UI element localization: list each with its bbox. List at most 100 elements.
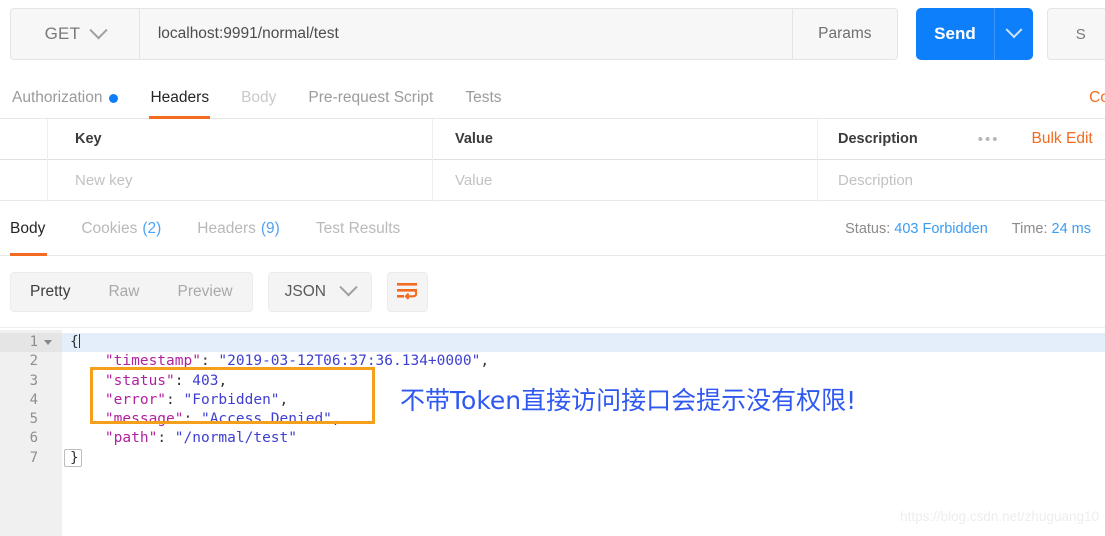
response-tab-headers[interactable]: Headers (9) [179,202,298,255]
line-number: 3 [29,372,38,389]
code-token: : [157,430,175,447]
save-label: S [1075,25,1086,43]
line-number: 2 [29,353,38,370]
params-button[interactable]: Params [792,8,898,60]
row-gutter [0,118,48,160]
row-gutter [0,159,48,201]
tab-tests[interactable]: Tests [449,78,517,118]
cookies-count: (2) [142,219,162,237]
code-content[interactable]: { "timestamp": "2019-03-12T06:37:36.134+… [62,330,1105,536]
word-wrap-icon [397,283,418,300]
watermark: https://blog.csdn.net/zhuguang10 [900,509,1099,524]
code-link[interactable]: Co [1089,89,1105,107]
send-button[interactable]: Send [915,8,995,60]
chevron-down-icon [339,278,358,297]
tab-body-label: Body [241,89,277,106]
code-token: "message" [104,411,184,428]
response-tab-body[interactable]: Body [0,202,63,256]
code-token: "2019-03-12T06:37:36.134+0000" [218,353,481,370]
time-group: Time: 24 ms [1012,221,1091,237]
code-token: , [218,372,228,389]
new-key-input[interactable]: New key [75,172,133,189]
response-tab-body-label: Body [10,219,46,237]
send-options-button[interactable] [994,8,1033,60]
response-body-code[interactable]: 12 3 4 5 6 7 { "timestamp": "2019-03-12T06:37… [0,330,1105,536]
table-header-row: Key Value Description ••• Bulk Edit [0,118,1105,160]
postman-window: GET localhost:9991/normal/test Params Se… [0,0,1105,536]
code-token: , [279,391,289,408]
new-value-input[interactable]: Value [455,172,492,189]
tab-body[interactable]: Body [225,78,292,118]
tab-pre-request-script[interactable]: Pre-request Script [292,78,449,118]
code-line: } [62,449,1105,468]
text-caret [78,334,80,348]
new-description-input[interactable]: Description [838,172,913,189]
auth-indicator-dot-icon [109,93,119,103]
url-input[interactable]: localhost:9991/normal/test [139,8,793,60]
code-token: "Forbidden" [183,391,280,408]
response-tab-headers-label: Headers [197,219,256,237]
time-label: Time: [1011,220,1048,237]
tab-headers[interactable]: Headers [134,78,225,119]
send-label: Send [934,24,976,43]
line-number: 5 [29,411,38,428]
code-token: , [331,411,341,428]
fold-arrow-icon[interactable] [42,340,54,346]
view-mode-pretty[interactable]: Pretty [11,273,89,311]
table-row[interactable]: New key Value Description [0,159,1105,201]
response-meta: Status: 403 Forbidden Time: 24 ms [845,221,1105,237]
view-mode-group: Pretty Raw Preview [10,271,253,312]
status-badge: 403 Forbidden [894,220,988,237]
save-button[interactable]: S [1046,8,1105,60]
view-mode-raw[interactable]: Raw [89,273,158,311]
code-token: , [480,353,490,370]
annotation-text: 不带Token直接访问接口会提示没有权限! [400,386,857,415]
code-line: "path": "/normal/test" [62,429,1105,448]
line-number: 1 [0,333,62,353]
line-number-gutter: 12 3 4 5 6 7 [0,330,62,536]
bulk-edit-button[interactable]: Bulk Edit [1032,130,1093,148]
code-token: "timestamp" [104,353,201,370]
url-value: localhost:9991/normal/test [157,25,339,42]
http-method-label: GET [44,24,81,43]
tab-authorization-label: Authorization [12,89,103,106]
response-tab-cookies[interactable]: Cookies (2) [63,202,179,255]
params-label: Params [818,25,872,42]
format-selector[interactable]: JSON [267,271,372,312]
response-tab-cookies-label: Cookies [81,219,138,237]
code-token: "/normal/test" [174,430,297,447]
code-token: : [166,391,184,408]
tab-authorization[interactable]: Authorization [0,78,134,118]
column-header-value: Value [455,131,493,147]
code-token: "path" [104,430,158,447]
code-token: : [174,372,193,389]
response-body-toolbar: Pretty Raw Preview JSON [0,256,1105,328]
code-token: : [200,353,219,370]
code-line: { [62,333,1105,353]
response-tab-test-results[interactable]: Test Results [298,202,418,255]
request-url-bar: GET localhost:9991/normal/test Params Se… [10,8,1105,60]
line-number: 4 [29,391,38,408]
line-number: 7 [29,449,38,466]
http-method-selector[interactable]: GET [10,8,140,60]
column-header-description: Description [838,131,918,147]
code-token: { [70,334,79,350]
word-wrap-button[interactable] [386,271,428,312]
brace-match-highlight [64,449,82,467]
format-label: JSON [284,282,326,300]
code-token: : [183,411,201,428]
chevron-down-icon [1005,21,1023,39]
status-label: Status: [845,220,891,237]
column-header-key: Key [75,131,102,147]
tab-headers-label: Headers [150,89,210,106]
time-value: 24 ms [1051,220,1092,237]
response-tab-test-results-label: Test Results [315,219,401,237]
code-token: "error" [104,391,167,408]
request-tab-bar: Authorization Headers Body Pre-request S… [0,78,1105,119]
ellipsis-icon[interactable]: ••• [978,131,1000,148]
headers-table: Key Value Description ••• Bulk Edit New … [0,118,1105,201]
code-token: 403 [192,372,219,389]
code-line: "timestamp": "2019-03-12T06:37:36.134+00… [62,352,1105,371]
view-mode-preview[interactable]: Preview [159,273,252,311]
tab-tests-label: Tests [465,89,502,106]
